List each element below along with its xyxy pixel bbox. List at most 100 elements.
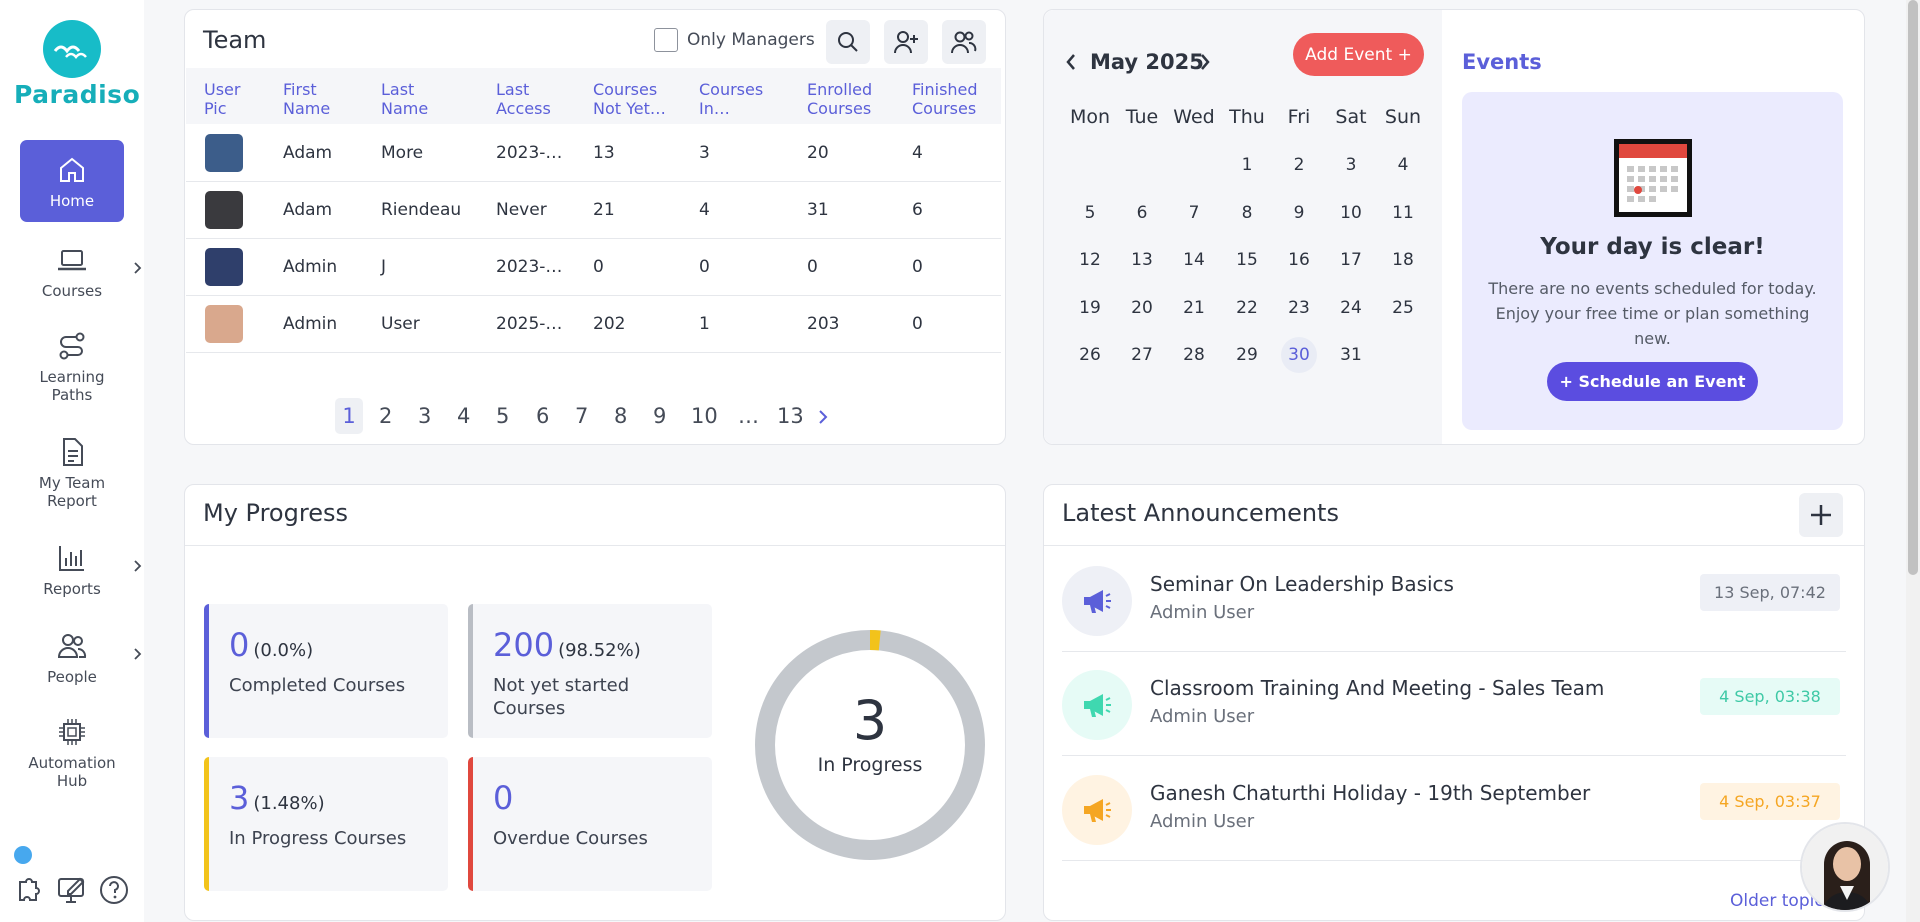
calendar-day[interactable]: 12 <box>1072 242 1108 278</box>
column-header[interactable]: Enrolled Courses <box>807 80 882 118</box>
in-progress-cell: 3 <box>699 143 710 163</box>
search-button[interactable] <box>826 20 870 64</box>
sidebar-item-learning-paths[interactable]: Learning Paths <box>20 330 124 404</box>
calendar-day[interactable]: 6 <box>1124 195 1160 231</box>
calendar-day[interactable]: 16 <box>1281 242 1317 278</box>
column-header[interactable]: First Name <box>283 80 343 118</box>
sidebar-item-home[interactable]: Home <box>20 140 124 222</box>
page-link[interactable]: 10 <box>691 404 718 428</box>
avatar <box>205 248 243 286</box>
announcement-item[interactable]: Ganesh Chaturthi Holiday - 19th Septembe… <box>1062 757 1846 861</box>
calendar-day[interactable]: 20 <box>1124 290 1160 326</box>
calendar-day[interactable]: 24 <box>1333 290 1369 326</box>
stat-completed[interactable]: 0 (0.0%) Completed Courses <box>204 604 448 738</box>
calendar-day[interactable]: 8 <box>1229 195 1265 231</box>
page-link[interactable]: 6 <box>536 404 549 428</box>
route-icon <box>59 332 85 360</box>
sidebar-item-people[interactable]: People <box>20 630 142 686</box>
column-header[interactable]: Finished Courses <box>912 80 987 118</box>
stat-percent: (98.52%) <box>558 640 641 661</box>
calendar-day[interactable]: 2 <box>1281 147 1317 183</box>
calendar-day[interactable]: 5 <box>1072 195 1108 231</box>
add-announcement-button[interactable] <box>1799 493 1843 537</box>
help-icon[interactable] <box>98 874 130 906</box>
brand-logo[interactable]: Paradiso <box>14 20 140 109</box>
column-header[interactable]: Courses In… <box>699 80 774 118</box>
stat-overdue[interactable]: 0 Overdue Courses <box>468 757 712 891</box>
prev-month-icon[interactable] <box>1064 45 1078 79</box>
column-header[interactable]: Last Name <box>381 80 441 118</box>
sidebar-item-my-team-report[interactable]: My Team Report <box>20 436 124 510</box>
avatar <box>205 305 243 343</box>
chevron-right-icon[interactable] <box>132 262 144 274</box>
calendar-day[interactable]: 28 <box>1176 337 1212 373</box>
calendar-day[interactable]: 27 <box>1124 337 1160 373</box>
only-managers-filter[interactable]: Only Managers <box>654 28 815 52</box>
column-header[interactable]: Last Access <box>496 80 556 118</box>
calendar-day[interactable]: 15 <box>1229 242 1265 278</box>
table-row[interactable]: Adam Riendeau Never 21 4 31 6 <box>186 182 1001 239</box>
calendar-day-today[interactable]: 30 <box>1281 337 1317 373</box>
group-users-button[interactable] <box>942 20 986 64</box>
announcement-item[interactable]: Seminar On Leadership Basics Admin User … <box>1062 548 1846 652</box>
calendar-day[interactable]: 26 <box>1072 337 1108 373</box>
add-event-button[interactable]: Add Event + <box>1293 33 1424 76</box>
page-scrollbar-thumb[interactable] <box>1908 0 1918 575</box>
monitor-edit-icon[interactable] <box>56 874 88 906</box>
page-link[interactable]: 3 <box>418 404 431 428</box>
sidebar-item-automation-hub[interactable]: Automation Hub <box>20 716 124 790</box>
calendar-day[interactable]: 1 <box>1229 147 1265 183</box>
announcement-title[interactable]: Seminar On Leadership Basics <box>1150 572 1454 596</box>
column-header[interactable]: User Pic <box>204 80 254 118</box>
add-user-button[interactable] <box>884 20 928 64</box>
calendar-day[interactable]: 13 <box>1124 242 1160 278</box>
calendar-day[interactable]: 7 <box>1176 195 1212 231</box>
page-link[interactable]: 5 <box>496 404 509 428</box>
stat-not-started[interactable]: 200 (98.52%) Not yet started Courses <box>468 604 712 738</box>
calendar-day[interactable]: 3 <box>1333 147 1369 183</box>
puzzle-settings-icon[interactable] <box>14 874 46 906</box>
calendar-day[interactable]: 4 <box>1385 147 1421 183</box>
calendar-day[interactable]: 10 <box>1333 195 1369 231</box>
column-header[interactable]: Courses Not Yet… <box>593 80 668 118</box>
calendar-day[interactable]: 31 <box>1333 337 1369 373</box>
plus-icon <box>1811 505 1831 525</box>
page-link[interactable]: 7 <box>575 404 588 428</box>
assistant-avatar[interactable] <box>1800 822 1890 912</box>
page-link-active[interactable]: 1 <box>335 398 363 434</box>
table-row[interactable]: Admin J 2023-… 0 0 0 0 <box>186 239 1001 296</box>
page-link[interactable]: 4 <box>457 404 470 428</box>
schedule-event-button[interactable]: + Schedule an Event <box>1547 362 1758 401</box>
calendar-day[interactable]: 22 <box>1229 290 1265 326</box>
page-link[interactable]: 13 <box>777 404 804 428</box>
calendar-day[interactable]: 9 <box>1281 195 1317 231</box>
calendar-day[interactable]: 17 <box>1333 242 1369 278</box>
announcement-title[interactable]: Ganesh Chaturthi Holiday - 19th Septembe… <box>1150 781 1590 805</box>
stat-in-progress[interactable]: 3 (1.48%) In Progress Courses <box>204 757 448 891</box>
announcement-title[interactable]: Classroom Training And Meeting - Sales T… <box>1150 676 1604 700</box>
table-row[interactable]: Adam More 2023-… 13 3 20 4 <box>186 125 1001 182</box>
calendar-day[interactable]: 18 <box>1385 242 1421 278</box>
page-link[interactable]: 2 <box>379 404 392 428</box>
only-managers-checkbox[interactable] <box>654 28 678 52</box>
calendar-day[interactable]: 21 <box>1176 290 1212 326</box>
page-link[interactable]: 9 <box>653 404 666 428</box>
calendar-day[interactable]: 23 <box>1281 290 1317 326</box>
calendar-day[interactable]: 29 <box>1229 337 1265 373</box>
calendar-day[interactable]: 14 <box>1176 242 1212 278</box>
table-row[interactable]: Admin User 2025-… 202 1 203 0 <box>186 296 1001 353</box>
sidebar-item-label: Reports <box>43 580 101 598</box>
announcement-date: 13 Sep, 07:42 <box>1700 574 1840 611</box>
next-month-icon[interactable] <box>1198 45 1212 79</box>
donut-label: In Progress <box>817 754 923 776</box>
chevron-right-icon[interactable] <box>132 648 144 660</box>
chevron-right-icon[interactable] <box>132 560 144 572</box>
sidebar-item-reports[interactable]: Reports <box>20 542 142 598</box>
sidebar-item-courses[interactable]: Courses <box>20 244 142 300</box>
calendar-day[interactable]: 11 <box>1385 195 1421 231</box>
page-link[interactable]: 8 <box>614 404 627 428</box>
next-page-icon[interactable] <box>816 408 830 426</box>
announcement-item[interactable]: Classroom Training And Meeting - Sales T… <box>1062 652 1846 756</box>
calendar-day[interactable]: 19 <box>1072 290 1108 326</box>
calendar-day[interactable]: 25 <box>1385 290 1421 326</box>
